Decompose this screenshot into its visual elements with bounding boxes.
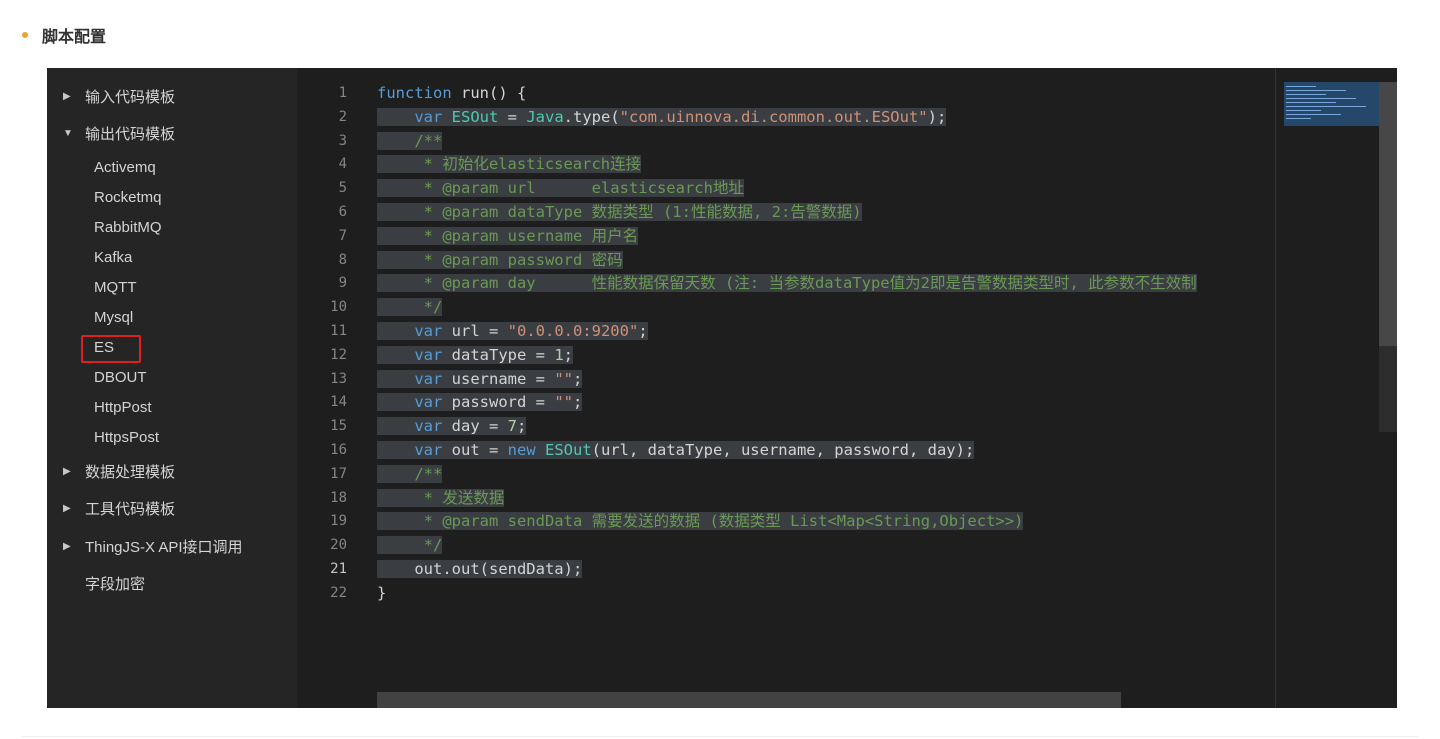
line-number: 1 [338,85,347,101]
section-title: 脚本配置 [42,29,107,46]
line-number-gutter: 1 2 3 4 5 6 7 8 9 10 11 12 13 14 15 16 1… [297,82,347,606]
code-line: function run() { [377,84,527,102]
code-line: var username = ""; [377,368,1275,392]
line-number: 19 [330,513,347,530]
divider [22,736,1418,737]
tree-group-input[interactable]: ▶ 输入代码模板 [63,84,175,108]
minimap-line [1286,110,1321,111]
code-line: * 初始化elasticsearch连接 [377,155,642,174]
line-number: 14 [330,394,347,411]
code-line: /** [377,464,443,483]
section-header: 脚本配置 [22,22,106,48]
line-number-active: 21 [330,560,347,577]
minimap-line [1286,86,1316,87]
caret-down-icon: ▼ [63,127,73,139]
line-number: 2 [338,108,347,125]
bullet-dot-icon [22,32,28,38]
code-line: */ [377,536,443,555]
tree-group-output[interactable]: ▼ 输出代码模板 [63,121,175,145]
tree-group-label: 工具代码模板 [85,500,176,518]
tree-group-label: 字段加密 [85,575,146,593]
code-line: * @param day 性能数据保留天数 (注: 当参数dataType值为2… [377,274,1197,293]
minimap-line [1286,98,1356,99]
minimap-line [1286,90,1346,91]
line-number: 3 [338,132,347,149]
tree-leaf-mqtt[interactable]: MQTT [94,276,137,300]
code-line: * @param username 用户名 [377,226,639,245]
line-number: 4 [338,156,347,173]
tree-leaf-activemq[interactable]: Activemq [94,156,156,180]
line-number: 20 [330,537,347,554]
minimap-line [1286,102,1336,103]
code-line: var out = new ESOut(url, dataType, usern… [377,439,1275,463]
minimap-line [1286,118,1311,119]
code-line: * 发送数据 [377,488,505,507]
line-number: 5 [338,180,347,197]
code-line: var password = ""; [377,391,1275,415]
line-number: 6 [338,203,347,220]
tree-group-thingjs-api[interactable]: ▶ ThingJS-X API接口调用 [63,534,243,558]
tree-group-data-processing[interactable]: ▶ 数据处理模板 [63,459,175,483]
code-line: * @param url elasticsearch地址 [377,179,744,198]
tree-leaf-mysql[interactable]: Mysql [94,306,133,330]
line-number: 22 [330,584,347,601]
tree-group-label: 输出代码模板 [85,125,176,143]
vertical-scrollbar[interactable] [1379,82,1397,432]
tree-leaf-kafka[interactable]: Kafka [94,246,132,270]
minimap-line [1286,114,1341,115]
code-line: var url = "0.0.0.0:9200"; [377,320,1275,344]
line-number: 17 [330,465,347,482]
line-number: 13 [330,370,347,387]
template-tree: ▶ 输入代码模板 ▼ 输出代码模板 Activemq Rocketmq Rabb… [47,68,297,708]
horizontal-scrollbar[interactable] [377,692,1121,708]
tree-leaf-dbout[interactable]: DBOUT [94,366,147,390]
tree-leaf-httpspost[interactable]: HttpsPost [94,426,159,450]
code-line: * @param password 密码 [377,250,623,269]
code-editor[interactable]: 1 2 3 4 5 6 7 8 9 10 11 12 13 14 15 16 1… [297,68,1397,708]
caret-right-icon: ▶ [63,90,71,102]
line-number: 18 [330,489,347,506]
code-line: */ [377,298,443,317]
minimap-line [1286,94,1326,95]
line-number: 12 [330,346,347,363]
line-number: 8 [338,251,347,268]
line-number: 7 [338,227,347,244]
line-number: 11 [330,322,347,339]
tree-group-label: 数据处理模板 [85,463,176,481]
tree-leaf-rabbitmq[interactable]: RabbitMQ [94,216,162,240]
code-line: var dataType = 1; [377,344,1275,368]
tree-group-field-encryption[interactable]: 字段加密 [63,571,145,595]
tree-leaf-es[interactable]: ES [94,336,114,360]
caret-right-icon: ▶ [63,540,71,552]
code-line: } [377,583,387,602]
code-line: * @param sendData 需要发送的数据 (数据类型 List<Map… [377,512,1024,531]
caret-right-icon: ▶ [63,465,71,477]
tree-group-tools[interactable]: ▶ 工具代码模板 [63,496,175,520]
code-line: /** [377,131,443,150]
script-config-panel: ▶ 输入代码模板 ▼ 输出代码模板 Activemq Rocketmq Rabb… [47,68,1397,708]
line-number: 15 [330,418,347,435]
code-line: * @param dataType 数据类型 (1:性能数据, 2:告警数据) [377,202,862,221]
code-line: var ESOut = Java.type("com.uinnova.di.co… [377,106,1275,130]
tree-leaf-httppost[interactable]: HttpPost [94,396,152,420]
tree-group-label: ThingJS-X API接口调用 [85,538,243,556]
line-number: 10 [330,299,347,316]
minimap-line [1286,106,1366,107]
minimap-viewport[interactable] [1284,82,1380,126]
tree-leaf-rocketmq[interactable]: Rocketmq [94,186,162,210]
code-line: out.out(sendData); [377,559,583,578]
caret-right-icon: ▶ [63,502,71,514]
code-line: var day = 7; [377,415,1275,439]
line-number: 16 [330,441,347,458]
line-number: 9 [338,275,347,292]
code-lines[interactable]: function run() { var ESOut = Java.type("… [377,82,1275,606]
tree-group-label: 输入代码模板 [85,88,176,106]
vertical-scroll-thumb[interactable] [1379,82,1397,346]
